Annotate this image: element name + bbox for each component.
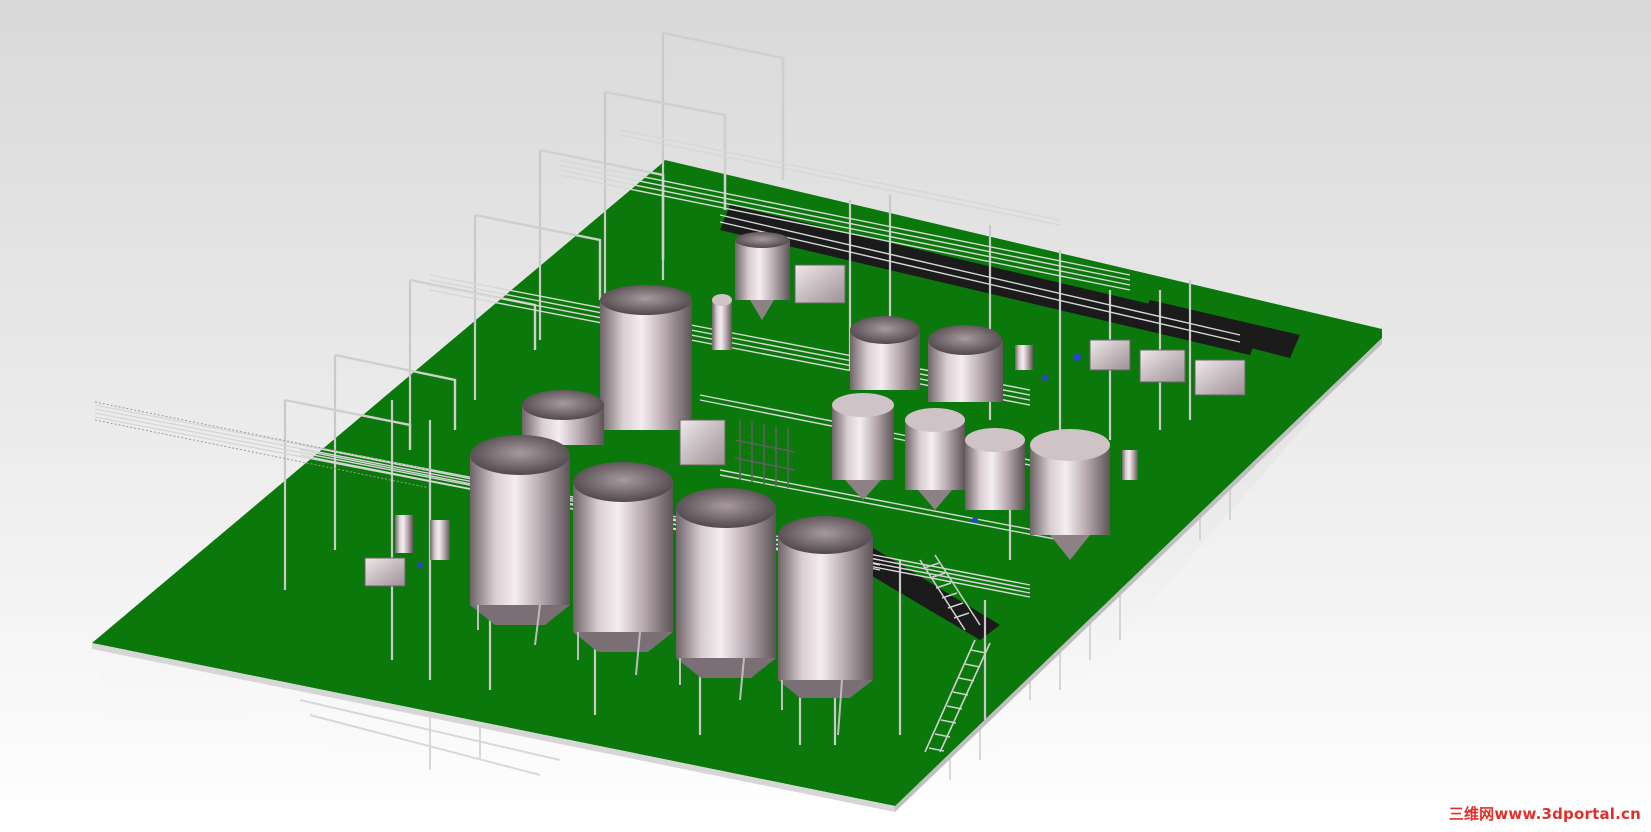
- cad-viewport: [92, 31, 1382, 812]
- watermark-logo: 三维网www.3dportal.cn: [1448, 805, 1641, 823]
